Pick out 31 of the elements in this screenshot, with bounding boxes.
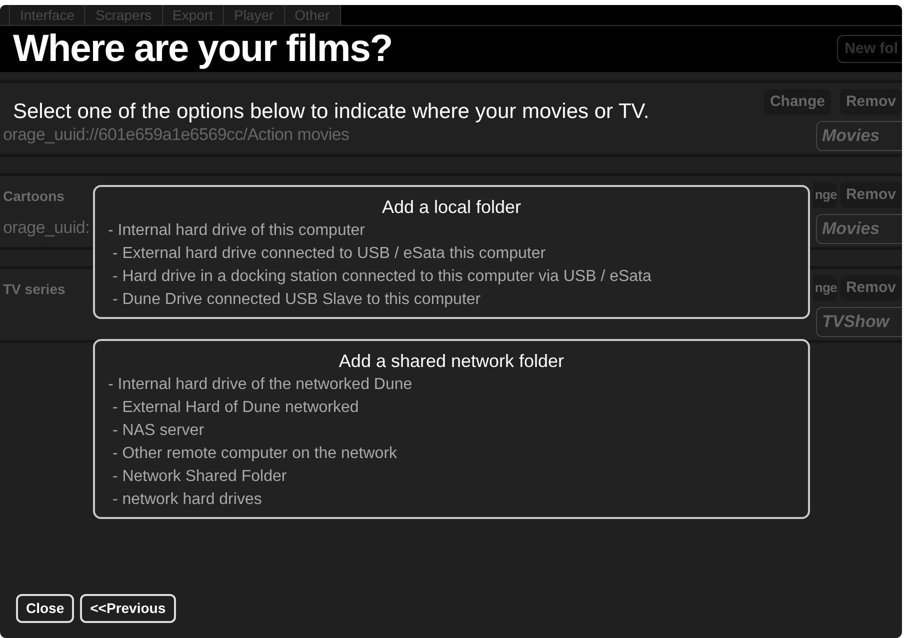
option-item: - Hard drive in a docking station connected to this computer via USB / eSata — [111, 267, 652, 287]
type-field[interactable]: Movies — [816, 121, 902, 151]
option-item: - Other remote computer on the network — [111, 444, 398, 464]
folder-name: TV series — [3, 280, 66, 299]
dialog-subtitle: Select one of the options below to indicate where your movies or TV. — [13, 99, 650, 125]
dialog-button[interactable]: <<Previous — [80, 594, 176, 623]
option-title: Add a shared network folder — [338, 350, 564, 373]
folder-button[interactable]: Remov — [840, 89, 902, 115]
folder-button[interactable]: Remov — [840, 182, 902, 208]
dialog-button[interactable]: Close — [16, 594, 74, 623]
option-title: Add a local folder — [382, 196, 522, 219]
option-item: - Internal hard drive of the networked Dune — [108, 375, 412, 395]
option-item: - NAS server — [111, 421, 204, 441]
folder-path: orage_uuid://601e659a1e6569cc/Action movies — [3, 125, 350, 145]
option-item: - Internal hard drive of this computer — [108, 221, 366, 241]
folder-button[interactable]: Change — [764, 89, 831, 115]
option-item: - network hard drives — [111, 490, 262, 510]
option-item: - External Hard of Dune networked — [111, 398, 359, 418]
type-field[interactable]: TVShow — [816, 307, 902, 337]
option-card[interactable] — [93, 339, 810, 519]
folder-button[interactable]: nge — [812, 182, 837, 208]
folder-path: orage_uuid: — [3, 218, 90, 238]
dialog-title: Where are your films? — [13, 27, 392, 71]
option-item: - Dune Drive connected USB Slave to this computer — [111, 290, 481, 310]
folder-button[interactable]: nge — [812, 275, 837, 301]
option-item: - External hard drive connected to USB / eSata this computer — [111, 244, 546, 264]
option-card[interactable] — [93, 185, 810, 319]
option-item: - Network Shared Folder — [111, 467, 287, 487]
folder-name: Cartoons — [3, 187, 64, 206]
type-field[interactable]: Movies — [816, 214, 902, 244]
folder-button[interactable]: Remov — [840, 275, 902, 301]
